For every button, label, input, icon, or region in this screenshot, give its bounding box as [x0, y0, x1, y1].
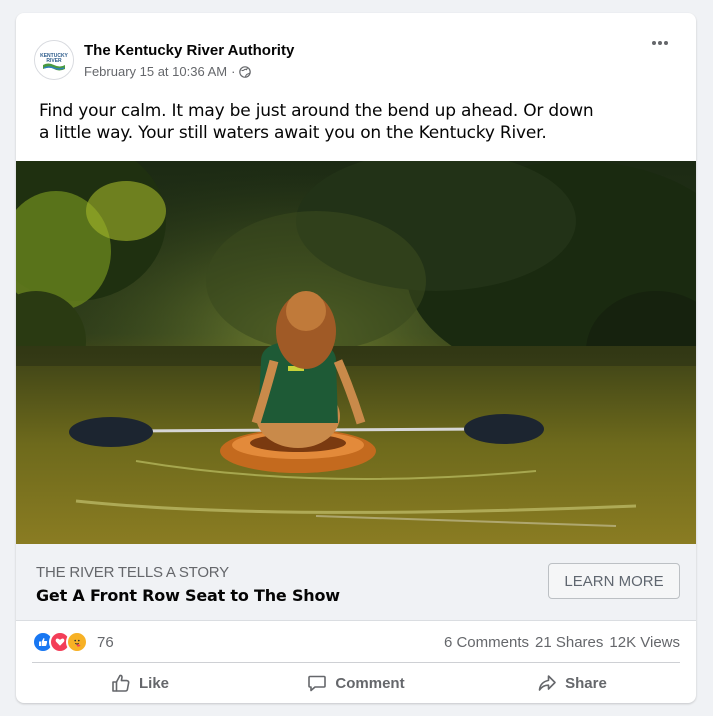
link-headline[interactable]: Get A Front Row Seat to The Show — [36, 586, 340, 605]
kayak-photo[interactable] — [16, 161, 696, 544]
globe-icon — [239, 65, 252, 78]
link-domain: THE RIVER TELLS A STORY — [36, 564, 229, 581]
comment-label: Comment — [335, 674, 405, 692]
comment-icon — [308, 675, 327, 692]
learn-more-button[interactable]: LEARN MORE — [548, 563, 680, 599]
post-timestamp[interactable]: February 15 at 10:36 AM — [84, 64, 227, 79]
post-text: Find your calm. It may be just around th… — [39, 101, 594, 143]
reaction-icons[interactable] — [32, 631, 88, 653]
reaction-count[interactable]: 76 — [97, 634, 114, 651]
comments-count[interactable]: 6 Comments — [444, 634, 529, 651]
more-options-button[interactable] — [646, 35, 674, 51]
views-count: 12K Views — [609, 633, 680, 651]
action-bar: Like Comment Share — [32, 665, 680, 701]
actions-divider — [32, 662, 680, 663]
page-avatar[interactable]: KENTUCKY RIVER — [34, 40, 74, 80]
comment-button[interactable]: Comment — [248, 665, 464, 701]
share-icon — [538, 675, 556, 691]
shares-count[interactable]: 21 Shares — [535, 634, 603, 651]
share-button[interactable]: Share — [464, 665, 680, 701]
like-label: Like — [138, 674, 169, 692]
stats-right: 6 Comments 21 Shares 12K Views — [444, 634, 680, 651]
share-label: Share — [565, 674, 607, 692]
ellipsis-icon — [652, 41, 668, 45]
page-name[interactable]: The Kentucky River Authority — [84, 42, 294, 59]
post-meta: February 15 at 10:36 AM · — [84, 64, 252, 79]
link-preview[interactable]: THE RIVER TELLS A STORY Get A Front Row … — [16, 544, 696, 621]
engagement-stats: 76 6 Comments 21 Shares 12K Views — [32, 630, 680, 654]
post-card: KENTUCKY RIVER The Kentucky River Author… — [16, 13, 696, 703]
thumbs-up-icon — [112, 674, 130, 692]
kentucky-river-logo: KENTUCKY RIVER — [35, 41, 73, 79]
care-icon — [66, 631, 88, 653]
like-button[interactable]: Like — [32, 665, 248, 701]
meta-separator: · — [231, 64, 236, 79]
svg-text:RIVER: RIVER — [46, 58, 62, 64]
